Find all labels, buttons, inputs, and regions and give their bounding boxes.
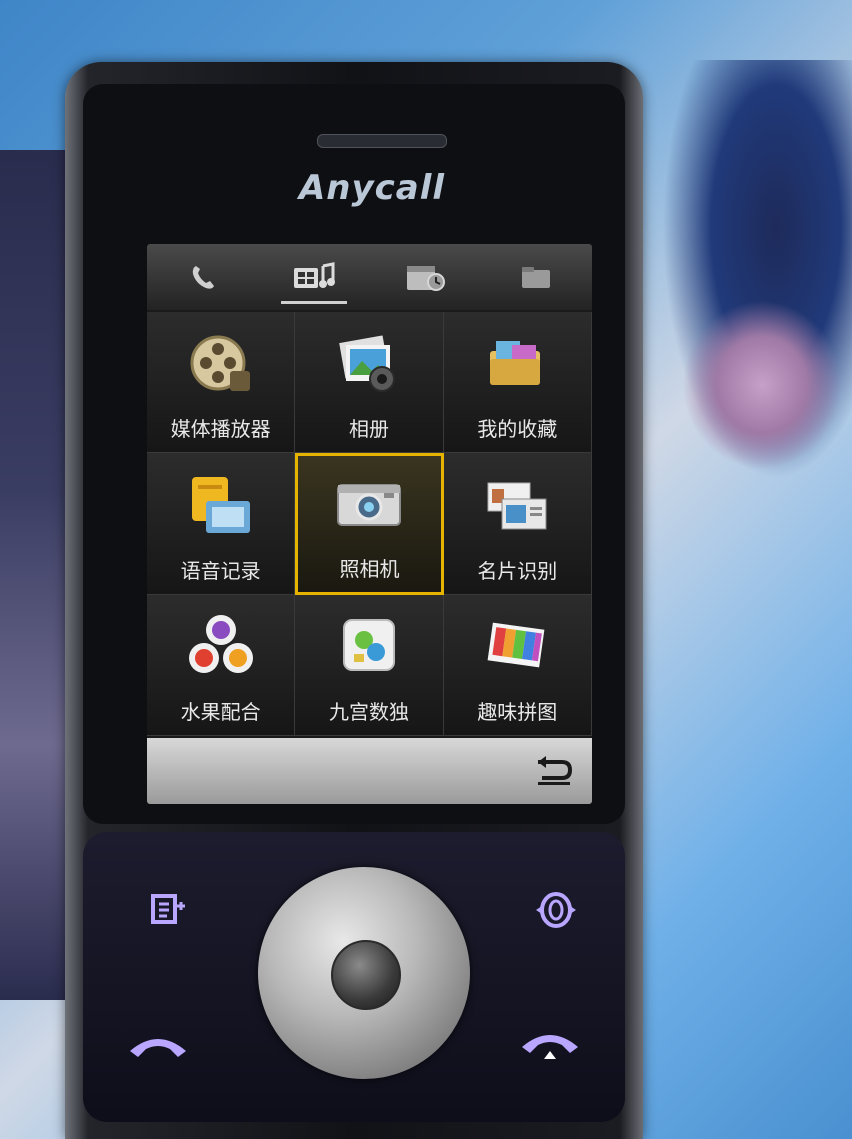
brand-logo: Anycall bbox=[298, 168, 446, 208]
phone-top-bezel: Anycall 媒体播放器 相册 我的收藏 语音记录 照相机 名片识别 水果配合… bbox=[83, 84, 625, 824]
phone-body: Anycall 媒体播放器 相册 我的收藏 语音记录 照相机 名片识别 水果配合… bbox=[65, 62, 643, 1139]
message-icon bbox=[151, 894, 185, 924]
calendar-icon bbox=[407, 266, 446, 291]
menu-item-media-player[interactable]: 媒体播放器 bbox=[147, 312, 296, 454]
folder-icon bbox=[522, 267, 551, 288]
tab-folder[interactable] bbox=[481, 244, 592, 310]
menu-item-fruit-game[interactable]: 水果配合 bbox=[147, 594, 296, 736]
sudoku-icon bbox=[342, 618, 395, 671]
menu-item-label: 趣味拼图 bbox=[477, 699, 558, 724]
right-soft-key[interactable] bbox=[528, 882, 584, 938]
end-call-icon bbox=[522, 1035, 578, 1059]
call-icon bbox=[130, 1039, 186, 1057]
end-call-key[interactable] bbox=[515, 1017, 585, 1073]
album-icon bbox=[339, 335, 395, 393]
tab-phone[interactable] bbox=[147, 244, 258, 310]
tab-multimedia[interactable] bbox=[258, 244, 369, 310]
phone-keypad bbox=[83, 832, 625, 1122]
dpad-center-button[interactable] bbox=[331, 940, 401, 1010]
left-soft-key[interactable] bbox=[141, 882, 197, 938]
navigation-dpad[interactable] bbox=[258, 867, 470, 1079]
my-favorites-icon bbox=[490, 341, 541, 386]
menu-item-label: 照相机 bbox=[339, 556, 400, 581]
phone-screen: 媒体播放器 相册 我的收藏 语音记录 照相机 名片识别 水果配合 九宫数独 趣味… bbox=[147, 244, 592, 804]
camera-icon bbox=[337, 483, 402, 526]
menu-item-sudoku[interactable]: 九宫数独 bbox=[295, 594, 444, 736]
soft-key-bar bbox=[147, 738, 592, 804]
call-key[interactable] bbox=[123, 1017, 193, 1073]
tab-calendar[interactable] bbox=[370, 244, 481, 310]
back-icon[interactable] bbox=[532, 754, 574, 788]
multimedia-icon bbox=[293, 262, 335, 288]
voice-recorder-icon bbox=[191, 476, 250, 533]
menu-item-label: 我的收藏 bbox=[477, 417, 558, 442]
menu-item-label: 相册 bbox=[348, 417, 389, 442]
menu-item-label: 语音记录 bbox=[180, 558, 261, 583]
fruit-game-icon bbox=[188, 614, 253, 673]
business-card-icon bbox=[487, 482, 547, 530]
menu-item-business-card[interactable]: 名片识别 bbox=[443, 453, 592, 595]
phone-icon bbox=[192, 266, 214, 289]
app-menu-grid: 媒体播放器 相册 我的收藏 语音记录 照相机 名片识别 水果配合 九宫数独 趣味… bbox=[147, 312, 592, 736]
menu-item-album[interactable]: 相册 bbox=[295, 312, 444, 454]
menu-item-voice-recorder[interactable]: 语音记录 bbox=[147, 453, 296, 595]
background-character-collar bbox=[682, 300, 842, 470]
puzzle-icon bbox=[487, 622, 545, 668]
menu-item-label: 媒体播放器 bbox=[170, 417, 271, 442]
menu-item-label: 名片识别 bbox=[477, 558, 558, 583]
media-player-icon bbox=[190, 335, 250, 392]
menu-item-camera[interactable]: 照相机 bbox=[295, 453, 444, 595]
menu-item-label: 水果配合 bbox=[180, 699, 261, 724]
earpiece-speaker bbox=[317, 134, 447, 148]
sync-icon bbox=[536, 892, 576, 928]
menu-item-label: 九宫数独 bbox=[328, 699, 409, 724]
menu-tab-bar bbox=[147, 244, 592, 310]
menu-item-my-favorites[interactable]: 我的收藏 bbox=[443, 312, 592, 454]
menu-item-puzzle[interactable]: 趣味拼图 bbox=[443, 594, 592, 736]
